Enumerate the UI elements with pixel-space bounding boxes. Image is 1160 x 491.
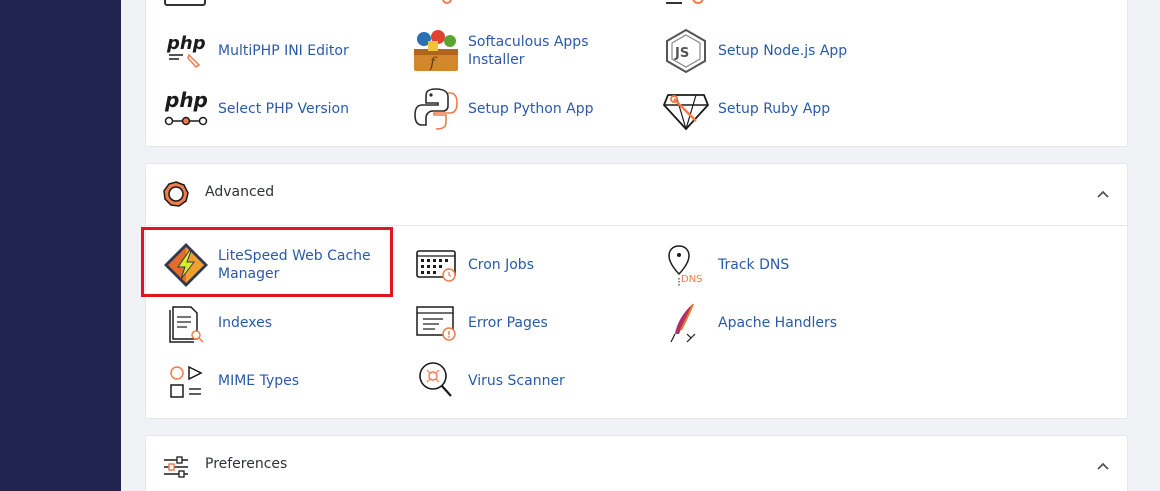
section-title: Advanced: [205, 184, 275, 200]
section-title: Preferences: [205, 456, 288, 472]
select-php-version-link[interactable]: php Select PHP Version: [160, 84, 393, 134]
cron-jobs-icon: [410, 240, 462, 290]
softaculous-icon: f: [410, 26, 462, 76]
item-label: Error Pages: [468, 315, 548, 331]
advanced-header[interactable]: Advanced: [146, 164, 1127, 226]
item-label: Setup Ruby App: [718, 101, 831, 117]
partial-icon: [164, 0, 206, 6]
left-sidebar: [0, 0, 121, 491]
litespeed-cache-manager-link[interactable]: LiteSpeed Web Cache Manager: [160, 240, 393, 290]
indexes-link[interactable]: Indexes: [160, 298, 393, 348]
apache-feather-icon: [660, 298, 712, 348]
item-label: Setup Node.js App: [718, 43, 848, 59]
item-label: Setup Python App: [468, 101, 594, 117]
partial-icon: [442, 0, 452, 4]
item-label: Select PHP Version: [218, 101, 349, 117]
item-label: Apache Handlers: [718, 315, 838, 331]
ruby-icon: [660, 84, 712, 134]
virus-scanner-icon: [410, 356, 462, 406]
nodejs-icon: JS: [660, 26, 712, 76]
preferences-header[interactable]: Preferences: [146, 436, 1127, 491]
sliders-icon: [162, 452, 190, 480]
item-label: MultiPHP INI Editor: [218, 43, 349, 59]
multiphp-ini-editor-link[interactable]: php MultiPHP INI Editor: [160, 26, 393, 76]
partial-icon: [692, 0, 704, 4]
apache-handlers-link[interactable]: Apache Handlers: [660, 298, 893, 348]
setup-nodejs-link[interactable]: JS Setup Node.js App: [660, 26, 893, 76]
partial-icon: [666, 0, 682, 4]
error-pages-link[interactable]: Error Pages: [410, 298, 643, 348]
setup-python-link[interactable]: Setup Python App: [410, 84, 643, 134]
litespeed-icon: [160, 240, 212, 290]
track-dns-link[interactable]: DNS Track DNS: [660, 240, 893, 290]
chevron-up-icon[interactable]: [1095, 186, 1111, 202]
mime-types-icon: [160, 356, 212, 406]
svg-text:php: php: [166, 33, 206, 54]
chevron-up-icon[interactable]: [1095, 458, 1111, 474]
item-label: Cron Jobs: [468, 257, 534, 273]
item-label: Track DNS: [718, 257, 790, 273]
virus-scanner-link[interactable]: Virus Scanner: [410, 356, 643, 406]
item-label: LiteSpeed Web Cache Manager: [218, 248, 371, 282]
svg-text:php: php: [164, 89, 208, 112]
svg-text:DNS: DNS: [681, 274, 703, 285]
track-dns-icon: DNS: [660, 240, 712, 290]
software-section: php MultiPHP INI Editor f Softaculous Ap…: [145, 0, 1128, 147]
php-version-icon: php: [160, 84, 212, 134]
item-label: MIME Types: [218, 373, 300, 389]
php-ini-icon: php: [160, 26, 212, 76]
advanced-section: Advanced LiteSpeed Web Cache Manager Cro…: [145, 163, 1128, 419]
python-icon: [410, 84, 462, 134]
indexes-icon: [160, 298, 212, 348]
item-label: Virus Scanner: [468, 373, 565, 389]
svg-text:JS: JS: [674, 46, 689, 61]
item-label: Indexes: [218, 315, 273, 331]
mime-types-link[interactable]: MIME Types: [160, 356, 393, 406]
gear-icon: [162, 180, 190, 208]
preferences-section: Preferences: [145, 435, 1128, 491]
setup-ruby-link[interactable]: Setup Ruby App: [660, 84, 893, 134]
softaculous-link[interactable]: f Softaculous Apps Installer: [410, 26, 643, 76]
item-label: Softaculous Apps Installer: [468, 34, 589, 68]
error-pages-icon: [410, 298, 462, 348]
cron-jobs-link[interactable]: Cron Jobs: [410, 240, 643, 290]
